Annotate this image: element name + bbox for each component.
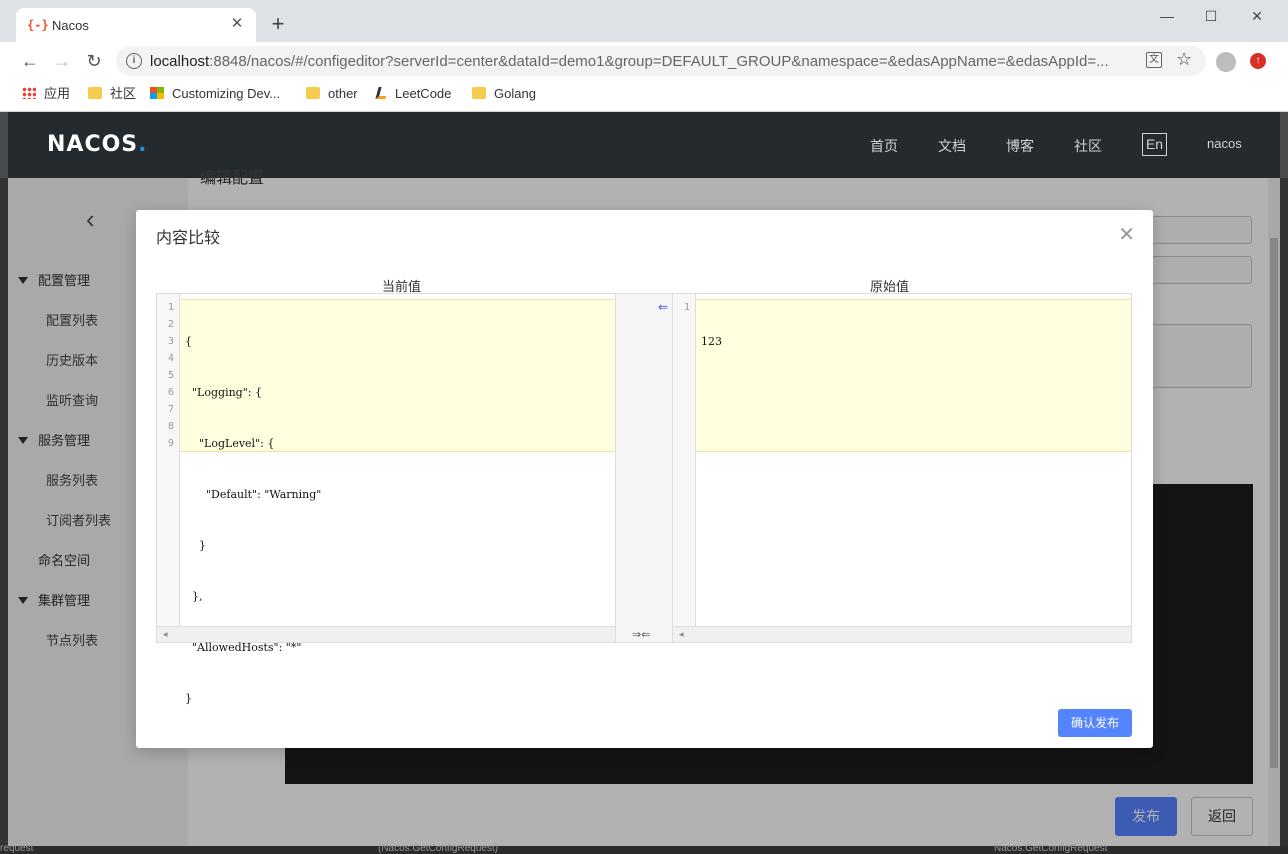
- close-tab-icon[interactable]: ✕: [228, 15, 246, 33]
- code-line: 123: [701, 335, 722, 348]
- line-number: 5: [167, 370, 174, 381]
- bottom-text-right: Nacos.GetConfigRequest: [994, 843, 1108, 854]
- top-navigation: NACOS. 首页 文档 博客 社区 En nacos: [8, 112, 1280, 178]
- bookmarks-bar: 应用 社区 Customizing Dev... other LeetCode …: [0, 80, 1288, 108]
- line-number: 1: [167, 302, 174, 313]
- changed-region: [696, 299, 1131, 452]
- tab-title: Nacos: [52, 18, 89, 33]
- bookmark-other[interactable]: other: [306, 85, 358, 103]
- bottom-text-mid: (Nacos.GetConfigRequest): [378, 843, 499, 854]
- browser-toolbar: ← → ↻ i localhost:8848/nacos/#/configedi…: [0, 42, 1288, 80]
- revert-chunk-icon[interactable]: ⇐: [658, 300, 668, 314]
- original-code[interactable]: 123: [701, 299, 729, 384]
- url-host: localhost: [150, 53, 210, 70]
- line-number: 2: [167, 319, 174, 330]
- line-number: 6: [167, 387, 174, 398]
- bookmark-golang[interactable]: Golang: [472, 85, 536, 103]
- code-line: "Default": "Warning": [185, 488, 322, 501]
- user-menu[interactable]: nacos: [1207, 136, 1242, 151]
- close-icon[interactable]: ✕: [1118, 222, 1135, 247]
- taskbar-strip: request (Nacos.GetConfigRequest) Nacos.G…: [0, 843, 1288, 854]
- bookmark-community[interactable]: 社区: [88, 85, 136, 103]
- scroll-left-icon[interactable]: ◂: [163, 629, 168, 640]
- leetcode-icon: [375, 87, 389, 99]
- translate-icon[interactable]: 文: [1146, 52, 1162, 68]
- horizontal-scrollbar[interactable]: ◂: [157, 626, 615, 642]
- swap-panes-icon[interactable]: ⇒⇐: [632, 628, 650, 641]
- tab-strip: {-} Nacos ✕ + — ☐ ✕: [0, 0, 1288, 42]
- url-text[interactable]: localhost:8848/nacos/#/configeditor?serv…: [150, 53, 1140, 70]
- language-toggle-button[interactable]: En: [1142, 133, 1167, 156]
- nav-docs[interactable]: 文档: [938, 136, 966, 156]
- code-line: }: [185, 692, 192, 705]
- browser-chrome: {-} Nacos ✕ + — ☐ ✕ ← → ↻ i localhost:88…: [0, 0, 1288, 112]
- bookmark-label: Customizing Dev...: [172, 86, 281, 101]
- folder-icon: [306, 87, 320, 99]
- microsoft-icon: [150, 87, 164, 99]
- close-window-icon[interactable]: ✕: [1242, 6, 1272, 26]
- minimize-icon[interactable]: —: [1152, 6, 1182, 26]
- current-code[interactable]: { "Logging": { "LogLevel": { "Default": …: [185, 299, 321, 741]
- code-line: {: [185, 335, 192, 348]
- reload-icon[interactable]: ↻: [82, 50, 106, 72]
- address-bar[interactable]: i localhost:8848/nacos/#/configeditor?se…: [116, 46, 1206, 76]
- bookmark-label: other: [328, 86, 358, 101]
- maximize-icon[interactable]: ☐: [1196, 6, 1226, 26]
- nav-community[interactable]: 社区: [1074, 136, 1102, 156]
- bottom-text-left: request: [0, 843, 34, 854]
- line-number: 9: [167, 438, 174, 449]
- folder-icon: [88, 87, 102, 99]
- bookmark-customizing[interactable]: Customizing Dev...: [150, 85, 280, 103]
- line-number: 7: [167, 404, 174, 415]
- info-icon[interactable]: i: [126, 53, 142, 69]
- dialog-title: 内容比较: [156, 230, 221, 247]
- logo-text: NACOS: [47, 132, 139, 157]
- forward-arrow-icon[interactable]: →: [50, 50, 74, 72]
- back-arrow-icon[interactable]: ←: [18, 50, 42, 72]
- line-number: 1: [683, 302, 690, 313]
- bookmark-label: 应用: [44, 86, 71, 101]
- merge-gap: ⇐ ⇒⇐: [615, 294, 673, 642]
- merge-view: 1 2 3 4 5 6 7 8 9 { "Logging": { "LogLev…: [156, 293, 1132, 705]
- line-number: 3: [167, 336, 174, 347]
- bookmark-star-icon[interactable]: ☆: [1176, 49, 1192, 70]
- nacos-favicon-icon: {-}: [27, 18, 49, 32]
- horizontal-scrollbar[interactable]: ◂: [673, 626, 1131, 642]
- line-number-gutter: 1: [673, 294, 696, 626]
- code-line: "LogLevel": {: [185, 437, 275, 450]
- line-number-gutter: 1 2 3 4 5 6 7 8 9: [157, 294, 180, 626]
- apps-grid-icon: [22, 87, 36, 99]
- scroll-left-icon[interactable]: ◂: [679, 629, 684, 640]
- code-line: "Logging": {: [185, 386, 262, 399]
- nav-blog[interactable]: 博客: [1006, 136, 1034, 156]
- nacos-logo[interactable]: NACOS.: [47, 132, 148, 157]
- line-number: 8: [167, 421, 174, 432]
- line-number: 4: [167, 353, 174, 364]
- new-tab-button[interactable]: +: [266, 12, 290, 36]
- bookmark-label: 社区: [110, 86, 137, 101]
- folder-icon: [472, 87, 486, 99]
- profile-avatar-icon[interactable]: [1216, 52, 1236, 72]
- url-path: :8848/nacos/#/configeditor?serverId=cent…: [209, 53, 1109, 70]
- original-pane[interactable]: 1 123 ◂: [673, 294, 1131, 642]
- extension-icon[interactable]: ↑: [1250, 53, 1266, 69]
- nav-home[interactable]: 首页: [870, 136, 898, 156]
- code-line: },: [185, 590, 203, 603]
- current-pane[interactable]: 1 2 3 4 5 6 7 8 9 { "Logging": { "LogLev…: [157, 294, 615, 705]
- code-line: }: [185, 539, 206, 552]
- logo-dot: .: [138, 132, 148, 157]
- confirm-publish-button[interactable]: 确认发布: [1058, 709, 1132, 737]
- browser-tab[interactable]: {-} Nacos ✕: [16, 8, 256, 42]
- bookmark-label: LeetCode: [395, 86, 452, 101]
- bookmark-leetcode[interactable]: LeetCode: [375, 85, 452, 103]
- bookmark-label: Golang: [494, 86, 536, 101]
- bookmark-apps[interactable]: 应用: [22, 85, 70, 103]
- compare-dialog: 内容比较 ✕ 当前值 原始值 1 2 3 4 5 6 7 8 9 { "Logg…: [136, 210, 1153, 748]
